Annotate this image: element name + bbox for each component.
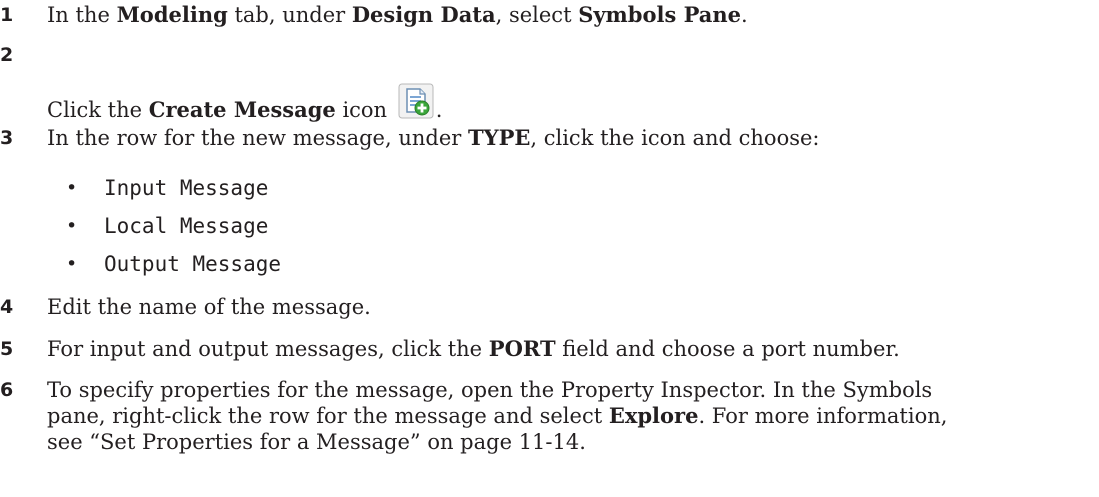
list-item: • Local Message xyxy=(66,214,269,238)
list-item: • Output Message xyxy=(66,252,282,276)
bullet-icon: • xyxy=(66,215,78,237)
create-message-icon xyxy=(398,83,436,121)
step-text: Edit the name of the message. xyxy=(47,295,371,319)
step-text: In the row for the new message, under TY… xyxy=(47,125,820,150)
step-number: 2 xyxy=(0,44,14,66)
document-page: 1 In the Modeling tab, under Design Data… xyxy=(0,0,1099,497)
step-number: 5 xyxy=(0,338,14,360)
step-text: For input and output messages, click the… xyxy=(47,336,900,361)
step-number: 4 xyxy=(0,296,14,318)
step-text: Click the Create Message icon . xyxy=(47,83,442,123)
step-number: 6 xyxy=(0,379,14,401)
step-text-line-1: To specify properties for the message, o… xyxy=(47,378,933,402)
list-item: • Input Message xyxy=(66,176,269,200)
step-text: In the Modeling tab, under Design Data, … xyxy=(47,2,748,27)
bullet-icon: • xyxy=(66,177,78,199)
bullet-icon: • xyxy=(66,253,78,275)
step-text-line-3: see “Set Properties for a Message” on pa… xyxy=(47,430,586,454)
step-text-line-2: pane, right-click the row for the messag… xyxy=(47,403,948,428)
step-number: 1 xyxy=(0,4,14,26)
type-options-list: • Input Message • Local Message • Output Me… xyxy=(66,175,281,289)
step-number: 3 xyxy=(0,127,14,149)
